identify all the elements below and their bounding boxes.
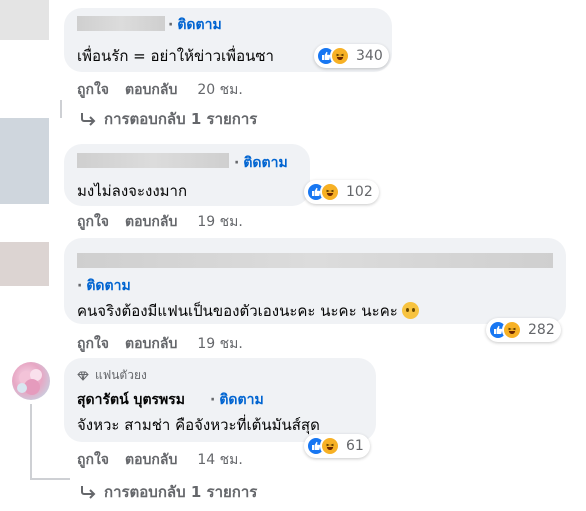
reaction-count: 102 xyxy=(346,184,373,200)
follow-label[interactable]: ติดตาม xyxy=(219,392,263,408)
blurred-commenter-name xyxy=(77,153,229,168)
blurred-avatar-strip xyxy=(0,0,49,40)
reply-button[interactable]: ตอบกลับ xyxy=(125,214,177,230)
diamond-icon xyxy=(77,371,89,381)
reply-button[interactable]: ตอบกลับ xyxy=(125,452,177,468)
reaction-count: 61 xyxy=(346,438,364,454)
separator-dot: · xyxy=(168,17,174,33)
reply-button[interactable]: ตอบกลับ xyxy=(125,336,177,352)
thread-line xyxy=(60,100,62,118)
follow-link[interactable]: · ติดตาม xyxy=(210,389,264,411)
reaction-summary[interactable]: 61 xyxy=(304,434,370,458)
comment-actions: ถูกใจ ตอบกลับ 14 ชม. xyxy=(77,449,259,471)
separator-dot: · xyxy=(77,278,83,294)
timestamp[interactable]: 19 ชม. xyxy=(197,336,242,352)
haha-reaction-icon xyxy=(320,182,340,202)
haha-reaction-icon xyxy=(320,436,340,456)
commenter-name-text[interactable]: สุดารัตน์ บุตรพรม xyxy=(77,392,185,408)
blurred-commenter-name xyxy=(77,16,165,31)
reply-arrow-icon xyxy=(81,113,96,126)
follow-link[interactable]: · ติดตาม xyxy=(234,152,288,174)
comment-actions: ถูกใจ ตอบกลับ 19 ชม. xyxy=(77,211,259,233)
follow-label[interactable]: ติดตาม xyxy=(177,17,221,33)
view-replies-link[interactable]: การตอบกลับ 1 รายการ xyxy=(80,107,257,131)
follow-link[interactable]: · ติดตาม xyxy=(77,275,131,297)
haha-reaction-icon xyxy=(502,320,522,340)
timestamp[interactable]: 14 ชม. xyxy=(197,452,242,468)
comment-text: มงไม่ลงจะงงมาก xyxy=(77,182,188,200)
comment-text-body: คนจริงต้องมีแฟนเป็นของตัวเองนะคะ นะคะ นะ… xyxy=(77,302,398,320)
like-button[interactable]: ถูกใจ xyxy=(77,452,109,468)
avatar[interactable] xyxy=(12,362,50,400)
comment-actions: ถูกใจ ตอบกลับ 20 ชม. xyxy=(77,79,259,101)
reply-button[interactable]: ตอบกลับ xyxy=(125,82,177,98)
blurred-avatar-strip xyxy=(0,242,49,286)
reply-arrow-icon xyxy=(81,486,96,499)
follow-link[interactable]: · ติดตาม xyxy=(168,14,222,36)
haha-reaction-icon xyxy=(330,46,350,66)
separator-dot: · xyxy=(234,155,240,171)
like-button[interactable]: ถูกใจ xyxy=(77,82,109,98)
comment-text: จังหวะ สามช่า คือจังหวะที่เต้นมันส์สุด xyxy=(77,416,320,434)
reaction-count: 340 xyxy=(356,48,383,64)
comment-text: คนจริงต้องมีแฟนเป็นของตัวเองนะคะ นะคะ นะ… xyxy=(77,299,419,323)
thread-line xyxy=(30,478,70,480)
comment-actions: ถูกใจ ตอบกลับ 19 ชม. xyxy=(77,333,259,355)
blurred-avatar-strip xyxy=(0,118,49,204)
top-fan-badge: แฟนตัวยง xyxy=(77,366,147,385)
reaction-summary[interactable]: 102 xyxy=(304,180,379,204)
view-replies-link[interactable]: การตอบกลับ 1 รายการ xyxy=(80,480,257,504)
reaction-summary[interactable]: 282 xyxy=(486,318,561,342)
thread-line xyxy=(30,404,32,480)
reaction-summary[interactable]: 340 xyxy=(314,44,389,68)
like-button[interactable]: ถูกใจ xyxy=(77,336,109,352)
separator-dot: · xyxy=(210,392,216,408)
like-button[interactable]: ถูกใจ xyxy=(77,214,109,230)
replies-label[interactable]: การตอบกลับ 1 รายการ xyxy=(104,480,257,504)
follow-label[interactable]: ติดตาม xyxy=(243,155,287,171)
timestamp[interactable]: 20 ชม. xyxy=(197,82,242,98)
replies-label[interactable]: การตอบกลับ 1 รายการ xyxy=(104,107,257,131)
blurred-commenter-name xyxy=(77,253,553,268)
commenter-name[interactable]: สุดารัตน์ บุตรพรม xyxy=(77,389,185,411)
follow-label[interactable]: ติดตาม xyxy=(86,278,130,294)
smiling-face-icon xyxy=(401,302,419,319)
badge-label: แฟนตัวยง xyxy=(95,368,147,382)
reaction-count: 282 xyxy=(528,322,555,338)
comment-text: เพื่อนรัก = อย่าให้ข่าวเพื่อนซา xyxy=(77,47,274,65)
timestamp[interactable]: 19 ชม. xyxy=(197,214,242,230)
